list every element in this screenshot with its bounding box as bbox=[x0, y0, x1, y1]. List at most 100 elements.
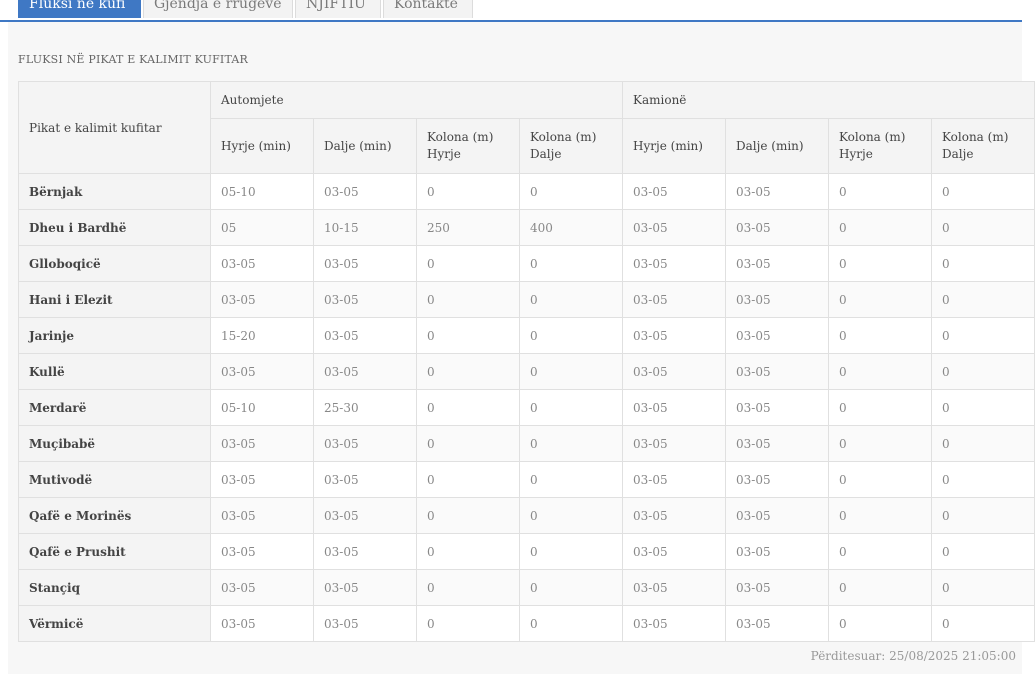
table-cell: 03-05 bbox=[622, 461, 727, 498]
table-cell: 03-05 bbox=[622, 317, 727, 354]
table-cell: 0 bbox=[518, 317, 624, 354]
table-cell: 03-05 bbox=[725, 173, 830, 210]
border-point-name: Hani i Elezit bbox=[18, 281, 211, 318]
table-cell: 03-05 bbox=[622, 425, 727, 462]
table-cell: 03-05 bbox=[210, 425, 314, 462]
table-cell: 0 bbox=[931, 209, 1035, 246]
table-row: Vërmicë 03-05 03-05 0 0 03-05 03-05 0 0 bbox=[18, 605, 1035, 642]
table-cell: 0 bbox=[416, 497, 520, 534]
table-cell: 0 bbox=[828, 569, 933, 606]
table-cell: 03-05 bbox=[622, 245, 727, 282]
table-cell: 03-05 bbox=[313, 173, 417, 210]
table-row: Qafë e Prushit 03-05 03-05 0 0 03-05 03-05 0 0 bbox=[18, 533, 1035, 570]
table-cell: 0 bbox=[931, 389, 1035, 426]
table-cell: 03-05 bbox=[313, 497, 417, 534]
table-cell: 03-05 bbox=[725, 209, 830, 246]
table-row: Stançiq 03-05 03-05 0 0 03-05 03-05 0 0 bbox=[18, 569, 1035, 606]
table-cell: 0 bbox=[518, 569, 624, 606]
table-cell: 0 bbox=[828, 353, 933, 390]
table-cell: 03-05 bbox=[622, 569, 727, 606]
table-cell: 03-05 bbox=[725, 497, 830, 534]
table-cell: 03-05 bbox=[313, 605, 417, 642]
table-cell: 03-05 bbox=[725, 461, 830, 498]
table-cell: 0 bbox=[518, 533, 624, 570]
table-cell: 03-05 bbox=[725, 353, 830, 390]
border-point-name: Glloboqicë bbox=[18, 245, 211, 282]
table-cell: 03-05 bbox=[210, 605, 314, 642]
table-cell: 0 bbox=[931, 605, 1035, 642]
table-cell: 0 bbox=[518, 173, 624, 210]
table-row: Jarinje 15-20 03-05 0 0 03-05 03-05 0 0 bbox=[18, 317, 1035, 354]
table-cell: 0 bbox=[828, 605, 933, 642]
table-cell: 0 bbox=[931, 569, 1035, 606]
table-cell: 03-05 bbox=[313, 461, 417, 498]
table-cell: 0 bbox=[518, 497, 624, 534]
table-cell: 03-05 bbox=[210, 461, 314, 498]
table-cell: 03-05 bbox=[313, 317, 417, 354]
table-row: Merdarë 05-10 25-30 0 0 03-05 03-05 0 0 bbox=[18, 389, 1035, 426]
table-cell: 0 bbox=[931, 353, 1035, 390]
page: Fluksi në kufi Gjendja e rrugëve NJIFTIU… bbox=[0, 0, 1035, 680]
table-cell: 03-05 bbox=[313, 353, 417, 390]
table-row: Kullë 03-05 03-05 0 0 03-05 03-05 0 0 bbox=[18, 353, 1035, 390]
table-cell: 03-05 bbox=[313, 245, 417, 282]
table-cell: 03-05 bbox=[725, 569, 830, 606]
table-row: Mutivodë 03-05 03-05 0 0 03-05 03-05 0 0 bbox=[18, 461, 1035, 498]
column-header: Kolona (m) Dalje bbox=[518, 118, 624, 174]
table-cell: 03-05 bbox=[210, 497, 314, 534]
table-row: Muçibabë 03-05 03-05 0 0 03-05 03-05 0 0 bbox=[18, 425, 1035, 462]
table-row: Dheu i Bardhë 05 10-15 250 400 03-05 03-05 0 0 bbox=[18, 209, 1035, 246]
border-point-name: Bërnjak bbox=[18, 173, 211, 210]
table-row: Hani i Elezit 03-05 03-05 0 0 03-05 03-05 0 0 bbox=[18, 281, 1035, 318]
table-row: Glloboqicë 03-05 03-05 0 0 03-05 03-05 0 0 bbox=[18, 245, 1035, 282]
table-cell: 0 bbox=[828, 425, 933, 462]
tab-fluksi-ne-kufi[interactable]: Fluksi në kufi bbox=[18, 0, 141, 18]
column-header: Dalje (min) bbox=[313, 118, 417, 174]
table-cell: 0 bbox=[518, 389, 624, 426]
tab-kontakte[interactable]: Kontakte bbox=[383, 0, 473, 18]
table-row: Qafë e Morinës 03-05 03-05 0 0 03-05 03-05 0 0 bbox=[18, 497, 1035, 534]
table-cell: 05 bbox=[210, 209, 314, 246]
table-cell: 10-15 bbox=[313, 209, 417, 246]
table-cell: 03-05 bbox=[622, 281, 727, 318]
table-cell: 03-05 bbox=[210, 245, 314, 282]
border-point-name: Kullë bbox=[18, 353, 211, 390]
border-point-name: Muçibabë bbox=[18, 425, 211, 462]
table-cell: 0 bbox=[416, 605, 520, 642]
content-panel: FLUKSI NË PIKAT E KALIMIT KUFITAR Pikat … bbox=[8, 22, 1035, 674]
table-cell: 0 bbox=[416, 389, 520, 426]
border-point-name: Jarinje bbox=[18, 317, 211, 354]
table-cell: 03-05 bbox=[725, 533, 830, 570]
table-cell: 0 bbox=[931, 533, 1035, 570]
table-cell: 0 bbox=[416, 281, 520, 318]
group-header-kamione: Kamionë bbox=[622, 81, 1035, 119]
table-cell: 03-05 bbox=[313, 425, 417, 462]
border-point-name: Qafë e Prushit bbox=[18, 533, 211, 570]
table-cell: 0 bbox=[416, 425, 520, 462]
border-point-name: Vërmicë bbox=[18, 605, 211, 642]
table-cell: 0 bbox=[931, 245, 1035, 282]
table-body: Bërnjak 05-10 03-05 0 0 03-05 03-05 0 0 Dheu i Ba… bbox=[18, 173, 1035, 642]
table-row: Bërnjak 05-10 03-05 0 0 03-05 03-05 0 0 bbox=[18, 173, 1035, 210]
tab-gjendja-e-rrugeve[interactable]: Gjendja e rrugëve bbox=[143, 0, 293, 18]
column-header: Kolona (m) Hyrje bbox=[828, 118, 933, 174]
table-cell: 03-05 bbox=[725, 425, 830, 462]
table-cell: 05-10 bbox=[210, 173, 314, 210]
table-cell: 0 bbox=[931, 425, 1035, 462]
table-header-groups: Pikat e kalimit kufitar Automjete Kamion… bbox=[18, 81, 1035, 174]
table-cell: 0 bbox=[931, 281, 1035, 318]
table-cell: 0 bbox=[416, 353, 520, 390]
table-cell: 03-05 bbox=[313, 569, 417, 606]
table-cell: 0 bbox=[828, 497, 933, 534]
group-header-automjete: Automjete bbox=[209, 81, 624, 119]
table-cell: 0 bbox=[518, 281, 624, 318]
table-cell: 25-30 bbox=[313, 389, 417, 426]
column-header: Kolona (m) Hyrje bbox=[416, 118, 520, 174]
tab-njiftiu[interactable]: NJIFTIU bbox=[295, 0, 381, 18]
table-cell: 15-20 bbox=[210, 317, 314, 354]
table-cell: 03-05 bbox=[725, 389, 830, 426]
table-cell: 0 bbox=[828, 533, 933, 570]
last-updated-value: 25/08/2025 21:05:00 bbox=[889, 649, 1016, 663]
table-cell: 250 bbox=[416, 209, 520, 246]
table-cell: 0 bbox=[518, 353, 624, 390]
